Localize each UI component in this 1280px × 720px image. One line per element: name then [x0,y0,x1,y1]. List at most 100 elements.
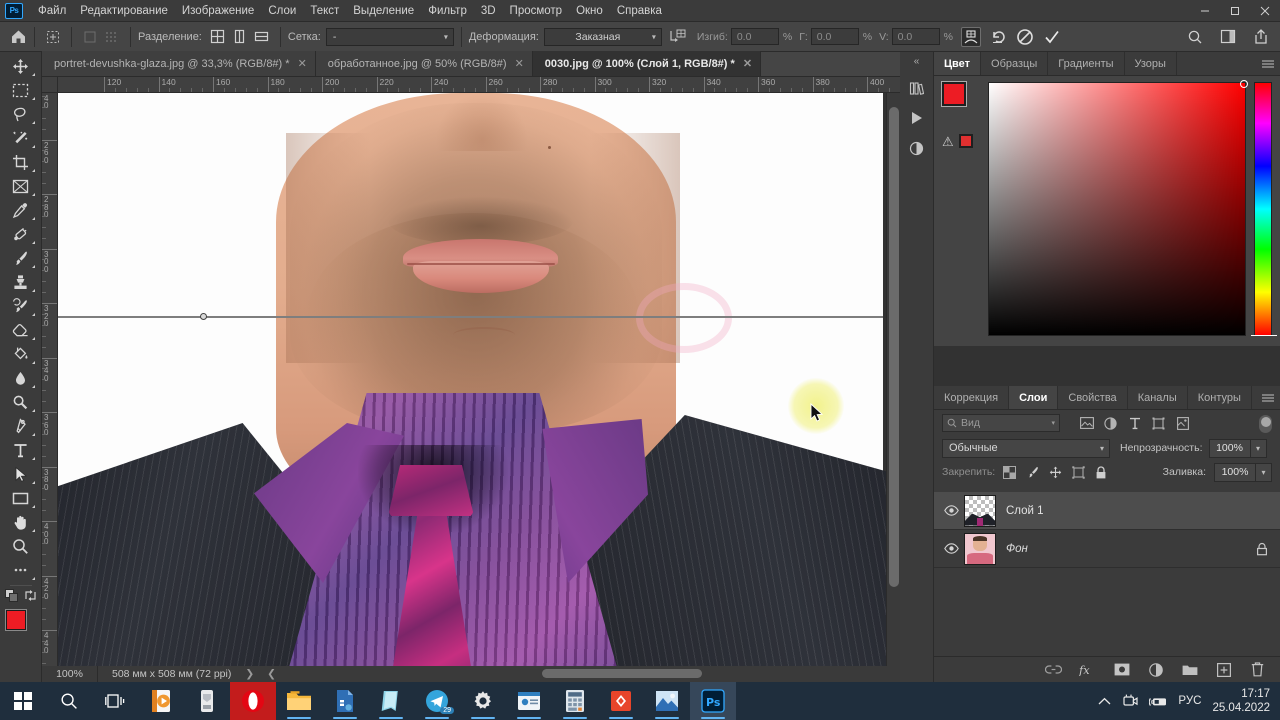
close-icon[interactable]: ✕ [515,57,524,70]
fill-stepper-chevron-icon[interactable]: ▾ [1256,462,1272,482]
show-hidden-icons-chevron[interactable] [1098,697,1111,706]
cancel-icon[interactable] [1015,27,1035,47]
gamut-alternate-chip[interactable] [958,134,973,148]
pen-tool[interactable] [4,414,38,438]
move-tool[interactable] [4,54,38,78]
eraser-tool[interactable] [4,318,38,342]
eye-visibility-icon[interactable] [938,505,964,516]
document-image[interactable] [58,93,886,666]
layer-name[interactable]: Фон [1006,543,1028,555]
home-icon[interactable] [10,28,27,45]
color-swatches[interactable] [4,608,38,642]
dodge-tool[interactable] [4,390,38,414]
panel-menu-icon[interactable] [1262,60,1274,67]
foreground-color-swatch[interactable] [5,610,26,630]
blur-droplet-tool[interactable] [4,366,38,390]
magic-wand-tool[interactable] [4,126,38,150]
opera-browser[interactable] [230,682,276,720]
vertical-scroll-thumb[interactable] [889,107,899,587]
minimize-button[interactable] [1190,0,1220,22]
libraries-icon[interactable] [904,75,930,101]
type-tool[interactable] [4,438,38,462]
menu-filter[interactable]: Фильтр [421,2,474,20]
clone-stamp-tool[interactable] [4,270,38,294]
crop-tool[interactable] [4,150,38,174]
hand-tool[interactable] [4,510,38,534]
link-layers-icon[interactable] [1045,661,1062,678]
layer-name[interactable]: Слой 1 [1006,505,1044,517]
camera-tray-icon[interactable] [1122,694,1139,708]
network-tray-icon[interactable] [1149,695,1167,708]
winrar-app[interactable] [322,682,368,720]
share-icon[interactable] [1251,27,1271,47]
tab-adjustments[interactable]: Коррекция [934,386,1010,409]
filter-shape-icon[interactable] [1151,416,1166,431]
layer-styles-fx-icon[interactable]: fx [1079,661,1096,678]
photos-app[interactable] [644,682,690,720]
tab-properties[interactable]: Свойства [1058,386,1128,409]
path-selection-tool[interactable] [4,462,38,486]
menu-image[interactable]: Изображение [175,2,261,20]
gamut-warning-group[interactable]: ⚠ [942,134,988,148]
filter-type-icon[interactable] [1127,416,1142,431]
layer-filter-select[interactable]: Вид ▾ [942,414,1060,432]
settings-app[interactable] [460,682,506,720]
start-button[interactable] [0,682,46,720]
color-field[interactable] [988,80,1248,336]
warp-grid-toggle-icon[interactable] [961,26,982,47]
eye-visibility-icon[interactable] [938,543,964,554]
rectangle-shape-tool[interactable] [4,486,38,510]
actions-play-icon[interactable] [904,105,930,131]
opacity-input[interactable]: 100% [1208,438,1251,458]
notes-app[interactable] [368,682,414,720]
split-horizontal-icon[interactable] [252,27,272,47]
adjustment-layer-icon[interactable] [1147,661,1164,678]
menu-text[interactable]: Текст [303,2,346,20]
menu-view[interactable]: Просмотр [503,2,570,20]
menu-file[interactable]: Файл [31,2,73,20]
horizontal-scroll-thumb[interactable] [542,669,702,678]
contacts-app[interactable] [506,682,552,720]
telegram-app[interactable]: 29 [414,682,460,720]
clock[interactable]: 17:17 25.04.2022 [1212,687,1270,715]
tab-color[interactable]: Цвет [934,52,982,75]
new-group-icon[interactable] [1181,661,1198,678]
puppet-warp-pin[interactable] [200,313,207,320]
lock-image-icon[interactable] [1026,466,1039,479]
document-tab-2[interactable]: обработанное.jpg @ 50% (RGB/8#) ✕ [315,51,533,76]
filter-toggle[interactable] [1259,415,1272,433]
panel-menu-icon[interactable] [1262,394,1274,401]
foreground-color-swatch[interactable] [942,82,966,106]
color-panel-swatches[interactable] [942,82,982,128]
workspace-icon[interactable] [1218,27,1238,47]
zoom-level[interactable]: 100% [42,666,98,682]
menu-edit[interactable]: Редактирование [73,2,175,20]
v-input[interactable]: 0.0 [891,28,940,45]
document-tab-1[interactable]: portret-devushka-glaza.jpg @ 33,3% (RGB/… [42,51,316,76]
menu-window[interactable]: Окно [569,2,610,20]
tab-swatches[interactable]: Образцы [981,52,1049,75]
lasso-tool[interactable] [4,102,38,126]
puppet-warp-mesh-line[interactable] [58,316,883,318]
ruler-corner[interactable] [42,77,58,93]
vertical-ruler[interactable]: 240260280300320340360380400420440 [42,93,58,682]
menu-layers[interactable]: Слои [261,2,303,20]
lock-position-icon[interactable] [1049,466,1062,479]
bend-input[interactable]: 0.0 [730,28,779,45]
search-button[interactable] [46,682,92,720]
history-brush-tool[interactable] [4,294,38,318]
media-player-app[interactable] [138,682,184,720]
hue-strip[interactable] [1251,82,1277,336]
swap-colors-icon[interactable] [24,589,37,602]
document-tab-3[interactable]: 0030.jpg @ 100% (Слой 1, RGB/8#) * ✕ [532,51,762,76]
zoom-tool[interactable] [4,534,38,558]
split-vertical-icon[interactable] [230,27,250,47]
lock-all-icon[interactable] [1095,465,1107,479]
h-input[interactable]: 0.0 [810,28,859,45]
lock-transparent-icon[interactable] [1003,465,1017,479]
brush-tool[interactable] [4,246,38,270]
maximize-button[interactable] [1220,0,1250,22]
warp-preset-icon-b[interactable] [102,27,122,47]
warp-preset-icon-a[interactable] [80,27,100,47]
filter-pixel-icon[interactable] [1079,416,1094,431]
